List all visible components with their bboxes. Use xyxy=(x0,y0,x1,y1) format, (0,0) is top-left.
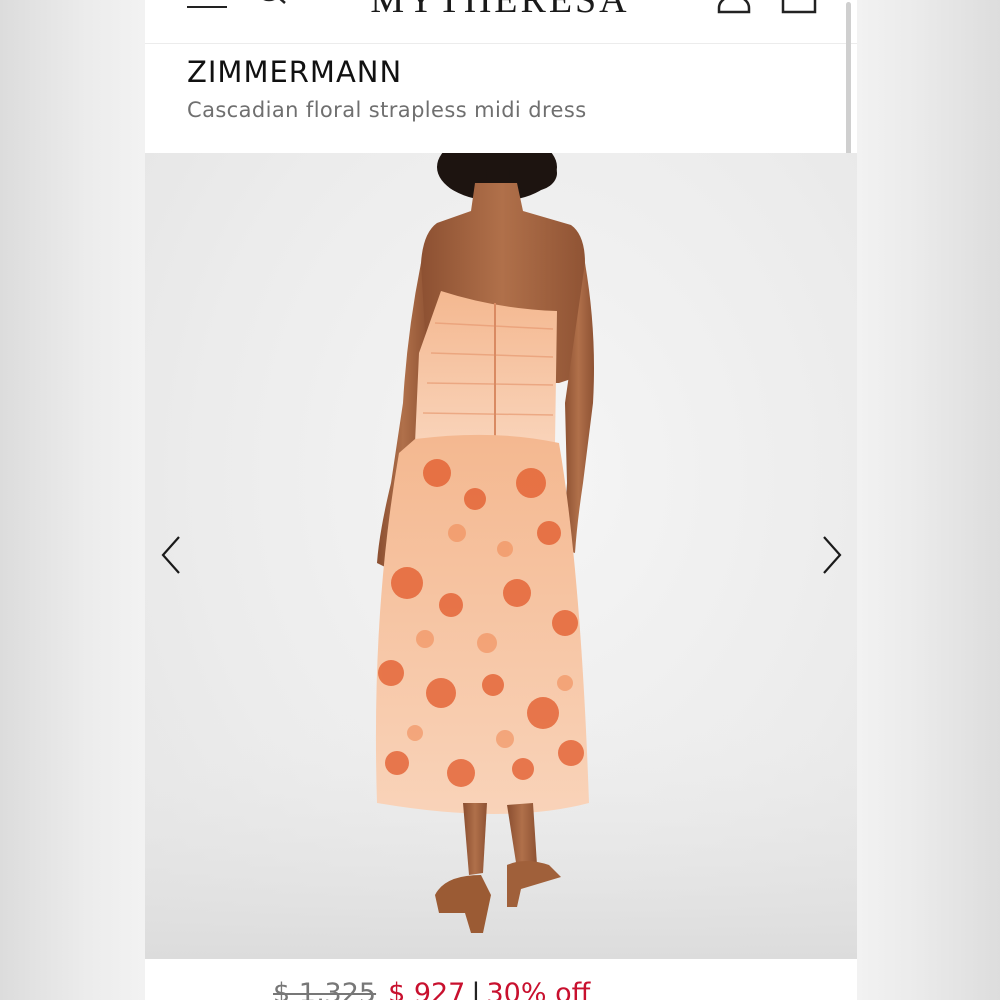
background-right xyxy=(857,0,1000,1000)
product-page: MYTHERESA ZIMMERMANN Cascadian floral st… xyxy=(145,0,857,1000)
product-image-gallery[interactable] xyxy=(145,153,857,959)
sale-price: $ 927 xyxy=(388,978,466,1000)
price-separator: | xyxy=(471,978,481,1000)
chevron-left-icon[interactable] xyxy=(157,533,187,577)
site-header: MYTHERESA xyxy=(145,0,857,44)
price-row: $ 1,325 $ 927 | 30% off xyxy=(273,978,590,1000)
chevron-right-icon[interactable] xyxy=(816,533,846,577)
search-icon[interactable] xyxy=(253,0,289,14)
brand-name[interactable]: ZIMMERMANN xyxy=(187,55,402,89)
product-image xyxy=(145,153,857,959)
site-logo[interactable]: MYTHERESA xyxy=(355,0,645,22)
original-price: $ 1,325 xyxy=(273,978,377,1000)
shopping-bag-icon[interactable] xyxy=(781,0,817,14)
hamburger-menu-icon[interactable] xyxy=(187,0,227,14)
product-title: Cascadian floral strapless midi dress xyxy=(187,98,587,122)
user-icon[interactable] xyxy=(717,0,751,14)
discount-badge: 30% off xyxy=(486,978,591,1000)
background-left xyxy=(0,0,145,1000)
